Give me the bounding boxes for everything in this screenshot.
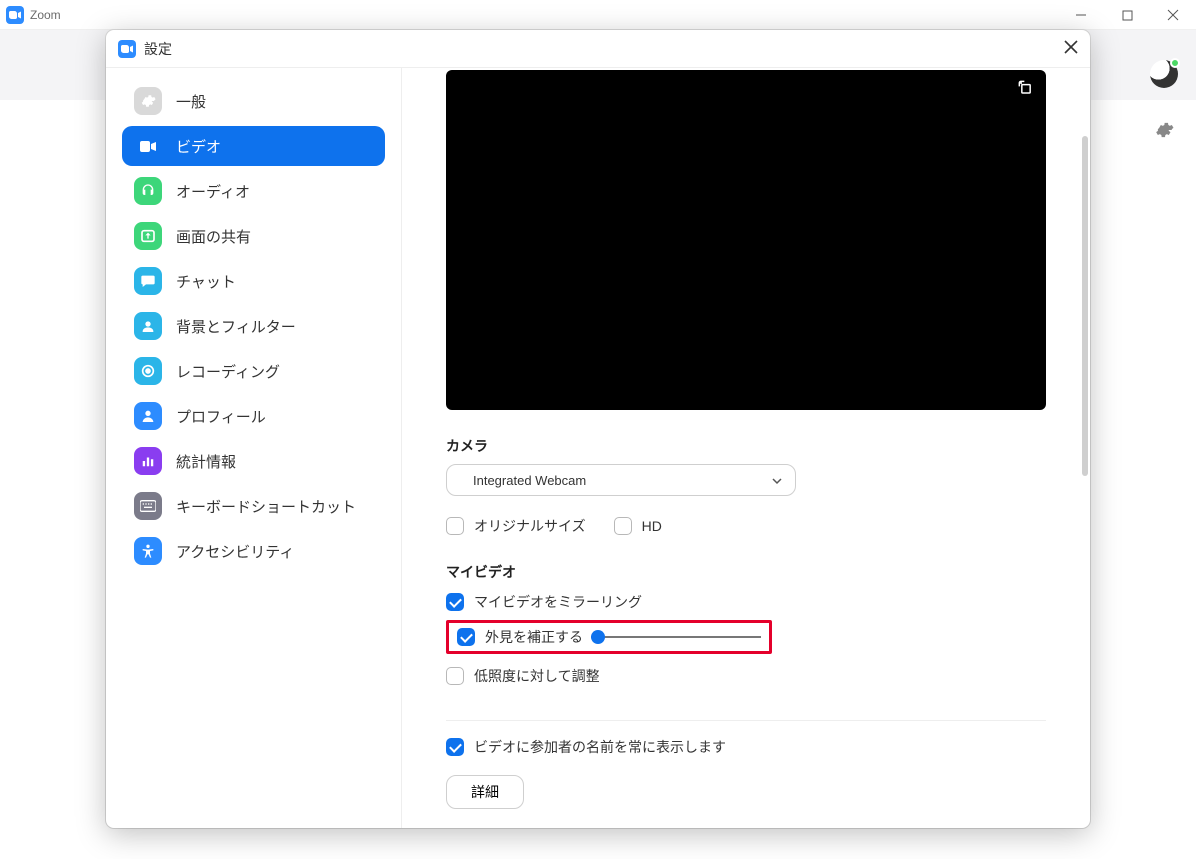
camera-section-label: カメラ — [446, 436, 1066, 456]
share-icon — [134, 222, 162, 250]
sidebar-item-bg[interactable]: 背景とフィルター — [122, 306, 385, 346]
sidebar-item-label: アクセシビリティ — [176, 541, 294, 562]
profile-icon — [134, 402, 162, 430]
dialog-title: 設定 — [144, 39, 172, 59]
dialog-close-button[interactable] — [1062, 38, 1080, 61]
chevron-down-icon — [771, 474, 783, 492]
mirror-checkbox[interactable] — [446, 593, 464, 611]
sidebar-item-label: 統計情報 — [176, 451, 236, 472]
chat-icon — [134, 267, 162, 295]
sidebar-item-video[interactable]: ビデオ — [122, 126, 385, 166]
stats-icon — [134, 447, 162, 475]
audio-icon — [134, 177, 162, 205]
sidebar-item-label: キーボードショートカット — [176, 496, 356, 517]
sidebar-item-a11y[interactable]: アクセシビリティ — [122, 531, 385, 571]
zoom-icon — [6, 6, 24, 24]
scrollbar[interactable] — [1082, 136, 1088, 476]
lowlight-checkbox[interactable] — [446, 667, 464, 685]
sidebar-item-gear[interactable]: 一般 — [122, 81, 385, 121]
sidebar-item-keyboard[interactable]: キーボードショートカット — [122, 486, 385, 526]
sidebar-item-label: 一般 — [176, 91, 206, 112]
divider — [446, 720, 1046, 721]
appearance-checkbox[interactable] — [457, 628, 475, 646]
appearance-highlight: 外見を補正する — [446, 620, 772, 654]
sidebar-item-stats[interactable]: 統計情報 — [122, 441, 385, 481]
bg-icon — [134, 312, 162, 340]
sidebar-item-record[interactable]: レコーディング — [122, 351, 385, 391]
main-window-title: Zoom — [30, 8, 61, 22]
settings-dialog: 設定 一般ビデオオーディオ画面の共有チャット背景とフィルターレコーディングプロフ… — [106, 30, 1090, 828]
dialog-header: 設定 — [106, 30, 1090, 68]
rotate-camera-icon[interactable] — [1016, 78, 1036, 103]
sidebar-item-label: 画面の共有 — [176, 226, 251, 247]
main-titlebar: Zoom — [0, 0, 1196, 30]
hd-label: HD — [642, 518, 662, 534]
settings-sidebar: 一般ビデオオーディオ画面の共有チャット背景とフィルターレコーディングプロフィール… — [106, 68, 402, 828]
minimize-button[interactable] — [1058, 0, 1104, 30]
video-settings-panel: カメラ Integrated Webcam オリジナルサイズ HD — [402, 68, 1090, 828]
keyboard-icon — [134, 492, 162, 520]
settings-gear-button[interactable] — [1154, 120, 1174, 145]
show-names-checkbox[interactable] — [446, 738, 464, 756]
video-icon — [134, 132, 162, 160]
record-icon — [134, 357, 162, 385]
sidebar-item-audio[interactable]: オーディオ — [122, 171, 385, 211]
appearance-slider[interactable] — [591, 629, 761, 645]
sidebar-item-label: ビデオ — [176, 136, 221, 157]
status-online-icon — [1170, 58, 1180, 68]
sidebar-item-label: オーディオ — [176, 181, 250, 202]
sidebar-item-label: 背景とフィルター — [176, 316, 296, 337]
myvideo-section-label: マイビデオ — [446, 562, 1066, 582]
show-names-label: ビデオに参加者の名前を常に表示します — [474, 737, 726, 757]
details-button[interactable]: 詳細 — [446, 775, 524, 809]
sidebar-item-profile[interactable]: プロフィール — [122, 396, 385, 436]
video-preview — [446, 70, 1046, 410]
sidebar-item-label: レコーディング — [176, 361, 280, 382]
camera-select[interactable]: Integrated Webcam — [446, 464, 796, 496]
sidebar-item-chat[interactable]: チャット — [122, 261, 385, 301]
a11y-icon — [134, 537, 162, 565]
hd-checkbox[interactable] — [614, 517, 632, 535]
avatar[interactable] — [1150, 60, 1178, 88]
original-size-label: オリジナルサイズ — [474, 516, 586, 536]
window-controls — [1058, 0, 1196, 30]
sidebar-item-label: チャット — [176, 271, 236, 292]
camera-selected-value: Integrated Webcam — [473, 473, 586, 488]
zoom-icon — [118, 40, 136, 58]
original-size-checkbox[interactable] — [446, 517, 464, 535]
zoom-main-window: Zoom 設定 一般ビデオオーディオ画面の共有チャット背景とフィルターレコーディ… — [0, 0, 1196, 859]
appearance-label: 外見を補正する — [485, 627, 583, 647]
sidebar-item-label: プロフィール — [176, 406, 266, 427]
lowlight-label: 低照度に対して調整 — [474, 666, 600, 686]
sidebar-item-share[interactable]: 画面の共有 — [122, 216, 385, 256]
gear-icon — [134, 87, 162, 115]
mirror-label: マイビデオをミラーリング — [474, 592, 642, 612]
maximize-button[interactable] — [1104, 0, 1150, 30]
close-button[interactable] — [1150, 0, 1196, 30]
